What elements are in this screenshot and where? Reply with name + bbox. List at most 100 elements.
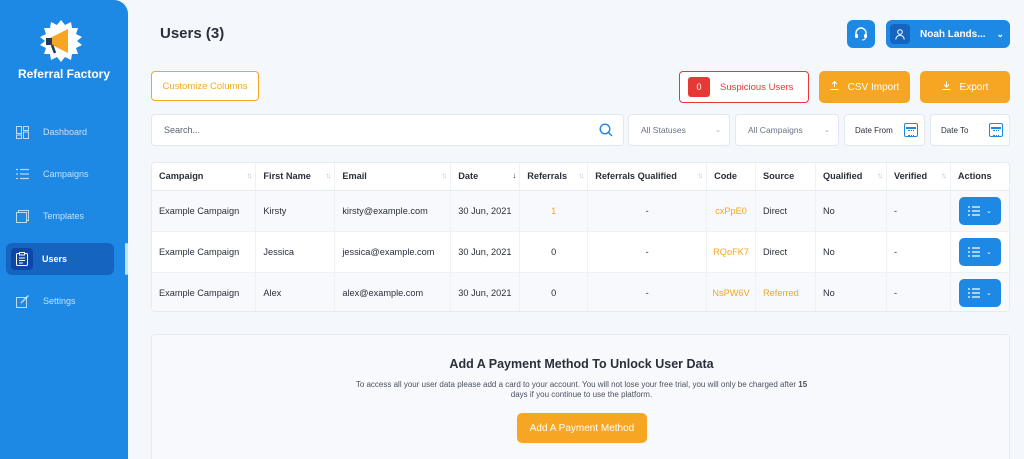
column-header-referrals-qualified[interactable]: Referrals Qualified ↑↓ <box>587 163 708 191</box>
cell-code-link[interactable]: RQoFK7 <box>706 231 757 273</box>
sort-icon: ↑↓ <box>578 171 584 180</box>
column-header-actions: Actions <box>950 163 1009 191</box>
cell-verified: - <box>886 272 951 311</box>
date-from-field[interactable]: Date From <box>844 114 925 146</box>
table-row[interactable]: Example Campaign Alex alex@example.com 3… <box>152 272 1009 311</box>
chevron-down-icon: ⌄ <box>985 207 992 215</box>
brand-name: Referral Factory <box>17 67 111 81</box>
chevron-down-icon: ⌄ <box>996 28 1004 39</box>
cell-qualified: No <box>815 190 887 232</box>
cell-verified: - <box>886 231 951 273</box>
search-input[interactable]: Search... <box>151 114 624 146</box>
page-title: Users (3) <box>160 25 225 42</box>
sort-desc-icon: ↓ <box>512 171 516 180</box>
cell-email: alex@example.com <box>334 272 452 311</box>
sidebar-item-users[interactable]: Users <box>6 243 114 275</box>
user-icon <box>890 24 910 44</box>
sidebar-item-dashboard[interactable]: Dashboard <box>6 116 114 148</box>
column-header-referrals[interactable]: Referrals ↑↓ <box>519 163 589 191</box>
sidebar-scroll-indicator <box>125 243 128 275</box>
sort-icon: ↑↓ <box>697 171 703 180</box>
cell-date: 30 Jun, 2021 <box>450 190 521 232</box>
cell-verified: - <box>886 190 951 232</box>
sidebar-item-label: Campaigns <box>43 169 89 179</box>
cell-date: 30 Jun, 2021 <box>450 231 521 273</box>
cell-actions: ⌄ <box>950 272 1009 311</box>
sort-icon: ↑↓ <box>441 171 447 180</box>
date-to-label: Date To <box>941 125 969 135</box>
cell-qualified: No <box>815 231 887 273</box>
cell-first-name: Alex <box>255 272 336 311</box>
column-header-source[interactable]: Source <box>755 163 816 191</box>
cell-email: kirsty@example.com <box>334 190 452 232</box>
csv-import-label: CSV Import <box>847 81 900 93</box>
sort-icon: ↑↓ <box>876 171 883 180</box>
dashboard-icon <box>14 124 30 140</box>
cell-campaign: Example Campaign <box>152 272 257 311</box>
customize-columns-button[interactable]: Customize Columns <box>151 71 259 101</box>
cell-source: Direct <box>755 231 816 273</box>
column-header-code[interactable]: Code <box>706 163 757 191</box>
date-to-field[interactable]: Date To <box>930 114 1010 146</box>
column-header-first-name[interactable]: First Name ↑↓ <box>255 163 336 191</box>
cell-referrals-qualified: - <box>587 190 708 232</box>
column-header-email[interactable]: Email ↑↓ <box>334 163 452 191</box>
table-header-row: Campaign ↑↓ First Name ↑↓ Email ↑↓ Date ↓ Re… <box>152 163 1009 191</box>
column-header-qualified[interactable]: Qualified ↑↓ <box>815 163 887 191</box>
sort-icon: ↑↓ <box>246 171 252 180</box>
sidebar-item-settings[interactable]: Settings <box>6 285 114 317</box>
payment-prompt-title: Add A Payment Method To Unlock User Data <box>449 357 714 371</box>
cell-date: 30 Jun, 2021 <box>450 272 521 311</box>
column-header-campaign[interactable]: Campaign ↑↓ <box>152 163 257 191</box>
chevron-down-icon: ⌄ <box>715 127 721 134</box>
users-table: Campaign ↑↓ First Name ↑↓ Email ↑↓ Date ↓ Re… <box>151 162 1010 312</box>
cell-qualified: No <box>815 272 887 311</box>
chevron-down-icon: ⌄ <box>824 127 830 134</box>
sort-icon: ↑↓ <box>325 171 331 180</box>
sidebar-item-campaigns[interactable]: Campaigns <box>6 158 114 190</box>
calendar-icon <box>904 123 918 137</box>
date-from-label: Date From <box>855 125 893 135</box>
megaphone-logo-icon <box>40 20 82 62</box>
sidebar-item-templates[interactable]: Templates <box>6 200 114 232</box>
campaign-filter-select[interactable]: All Campaigns ⌄ <box>735 114 839 146</box>
cell-first-name: Kirsty <box>255 190 336 232</box>
add-payment-method-button[interactable]: Add A Payment Method <box>517 413 647 443</box>
row-actions-button[interactable]: ⌄ <box>958 196 1001 225</box>
status-filter-select[interactable]: All Statuses ⌄ <box>628 114 730 146</box>
sidebar-item-label: Dashboard <box>43 127 88 137</box>
cell-code-link[interactable]: NsPW6V <box>706 272 757 311</box>
cell-referrals-link[interactable]: 1 <box>519 190 589 232</box>
row-actions-button[interactable]: ⌄ <box>958 278 1001 307</box>
sort-icon: ↑↓ <box>940 171 947 180</box>
suspicious-users-button[interactable]: 0 Suspicious Users <box>679 71 809 103</box>
user-name: Noah Lands... <box>920 28 986 40</box>
row-actions-button[interactable]: ⌄ <box>958 237 1001 266</box>
search-icon <box>599 123 613 137</box>
suspicious-users-label: Suspicious Users <box>720 81 794 93</box>
edit-icon <box>14 293 30 309</box>
suspicious-count-badge: 0 <box>688 77 710 97</box>
upload-icon <box>830 80 839 93</box>
cell-email: jessica@example.com <box>334 231 452 273</box>
cell-actions: ⌄ <box>950 231 1009 273</box>
clipboard-icon <box>11 248 33 270</box>
chevron-down-icon: ⌄ <box>985 289 992 297</box>
cell-source: Referred <box>755 272 816 311</box>
support-button[interactable] <box>847 20 875 48</box>
sidebar: Referral Factory Dashboard Campaigns Tem… <box>0 0 128 459</box>
column-header-verified[interactable]: Verified ↑↓ <box>886 163 951 191</box>
search-placeholder: Search... <box>164 125 201 135</box>
status-filter-value: All Statuses <box>641 125 686 135</box>
column-header-date[interactable]: Date ↓ <box>450 163 521 191</box>
table-row[interactable]: Example Campaign Kirsty kirsty@example.c… <box>152 190 1009 232</box>
csv-import-button[interactable]: CSV Import <box>819 71 910 103</box>
table-row[interactable]: Example Campaign Jessica jessica@example… <box>152 231 1009 273</box>
cell-referrals: 0 <box>519 272 589 311</box>
list-icon <box>967 287 980 298</box>
user-menu-button[interactable]: Noah Lands... ⌄ <box>886 20 1010 48</box>
export-button[interactable]: Export <box>920 71 1010 103</box>
payment-prompt-text: To access all your user data please add … <box>355 380 808 399</box>
cell-first-name: Jessica <box>255 231 336 273</box>
cell-code-link[interactable]: cxPpE0 <box>706 190 757 232</box>
